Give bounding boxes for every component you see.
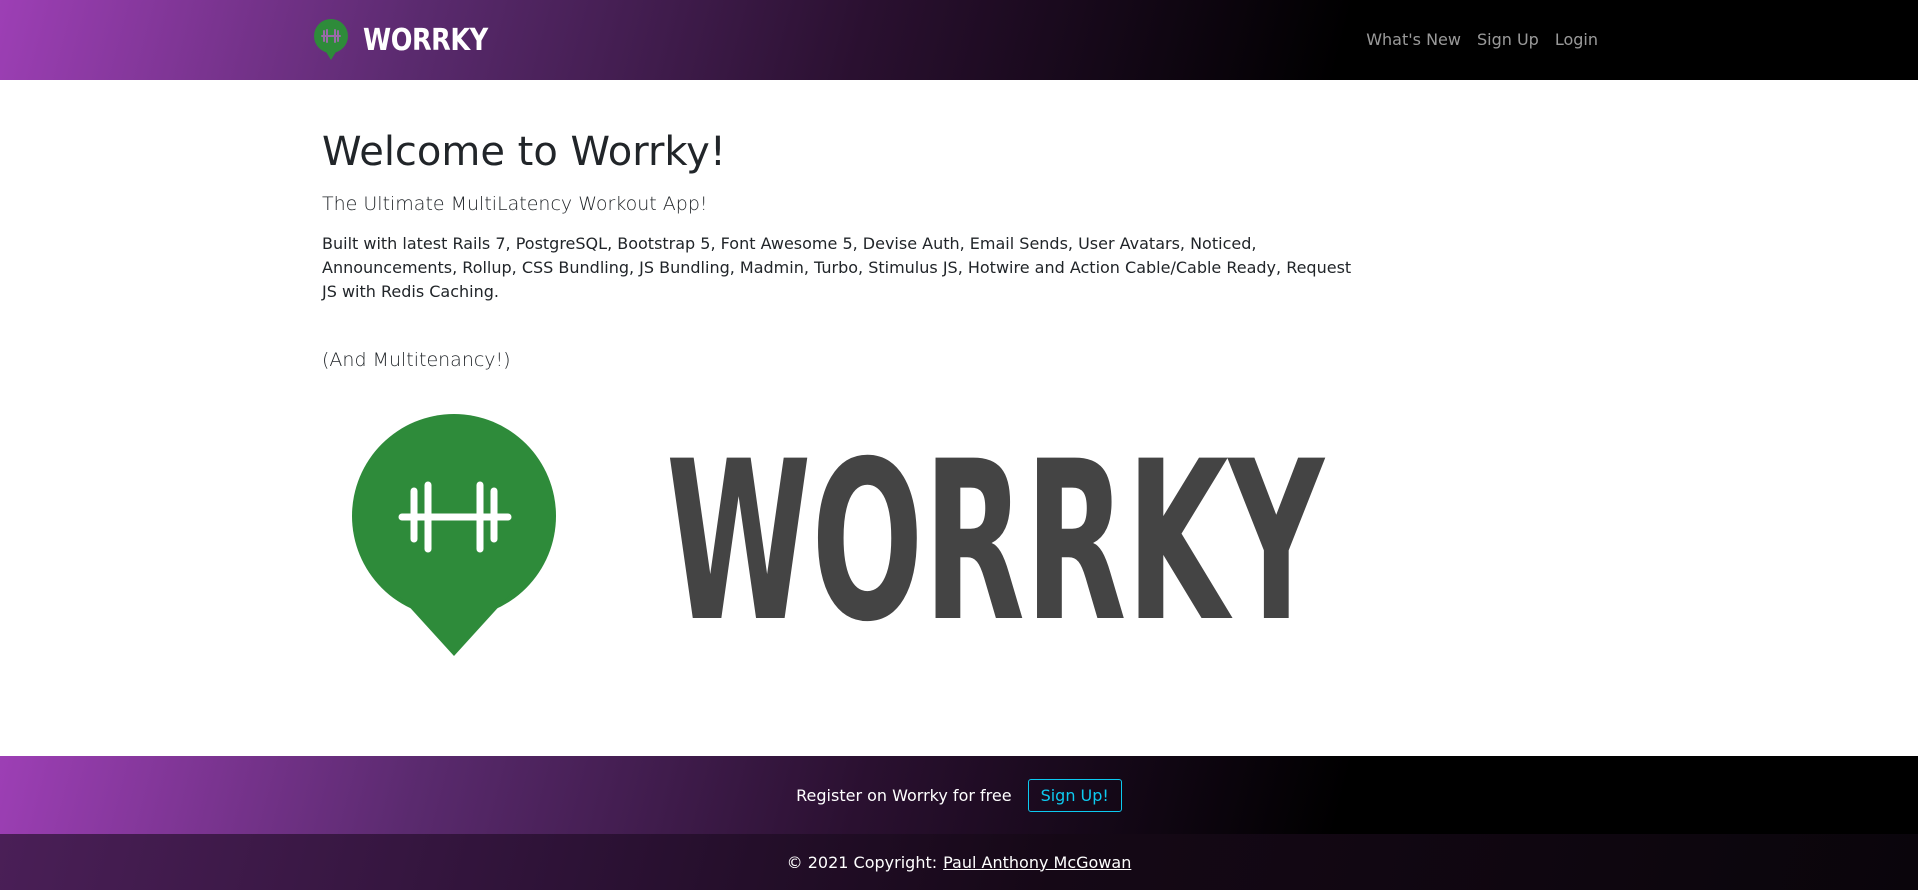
page-subtitle: The Ultimate MultiLatency Workout App!: [322, 193, 708, 215]
page-title: Welcome to Worrky!: [322, 129, 726, 175]
hero-logo-text: WORRKY: [666, 414, 1326, 670]
sign-up-button[interactable]: Sign Up!: [1027, 778, 1122, 812]
brand-name: WORRKY: [363, 22, 488, 58]
page-note: (And Multitenancy!): [322, 349, 511, 371]
nav-link-sign-up[interactable]: Sign Up: [1477, 28, 1539, 52]
cta-text: Register on Worrky for free: [796, 785, 1012, 805]
main-content: Welcome to Worrky! The Ultimate MultiLat…: [322, 120, 1422, 374]
footer-copyright: © 2021 Copyright: Paul Anthony McGowan: [0, 834, 1918, 890]
footer-cta: Register on Worrky for free Sign Up!: [0, 756, 1918, 834]
hero-logo: WORRKY: [352, 414, 1326, 670]
brand-link[interactable]: WORRKY: [313, 19, 510, 61]
copyright-text: © 2021 Copyright:: [786, 852, 938, 872]
nav-link-login[interactable]: Login: [1555, 28, 1598, 52]
nav-links: What's New Sign Up Login: [1366, 28, 1598, 52]
page-description: Built with latest Rails 7, PostgreSQL, B…: [322, 234, 1352, 301]
navbar: WORRKY What's New Sign Up Login: [0, 0, 1918, 80]
author-link[interactable]: Paul Anthony McGowan: [943, 853, 1131, 872]
dumbbell-pin-icon: [314, 19, 348, 60]
nav-link-whats-new[interactable]: What's New: [1366, 28, 1461, 52]
dumbbell-pin-icon: [352, 414, 556, 656]
